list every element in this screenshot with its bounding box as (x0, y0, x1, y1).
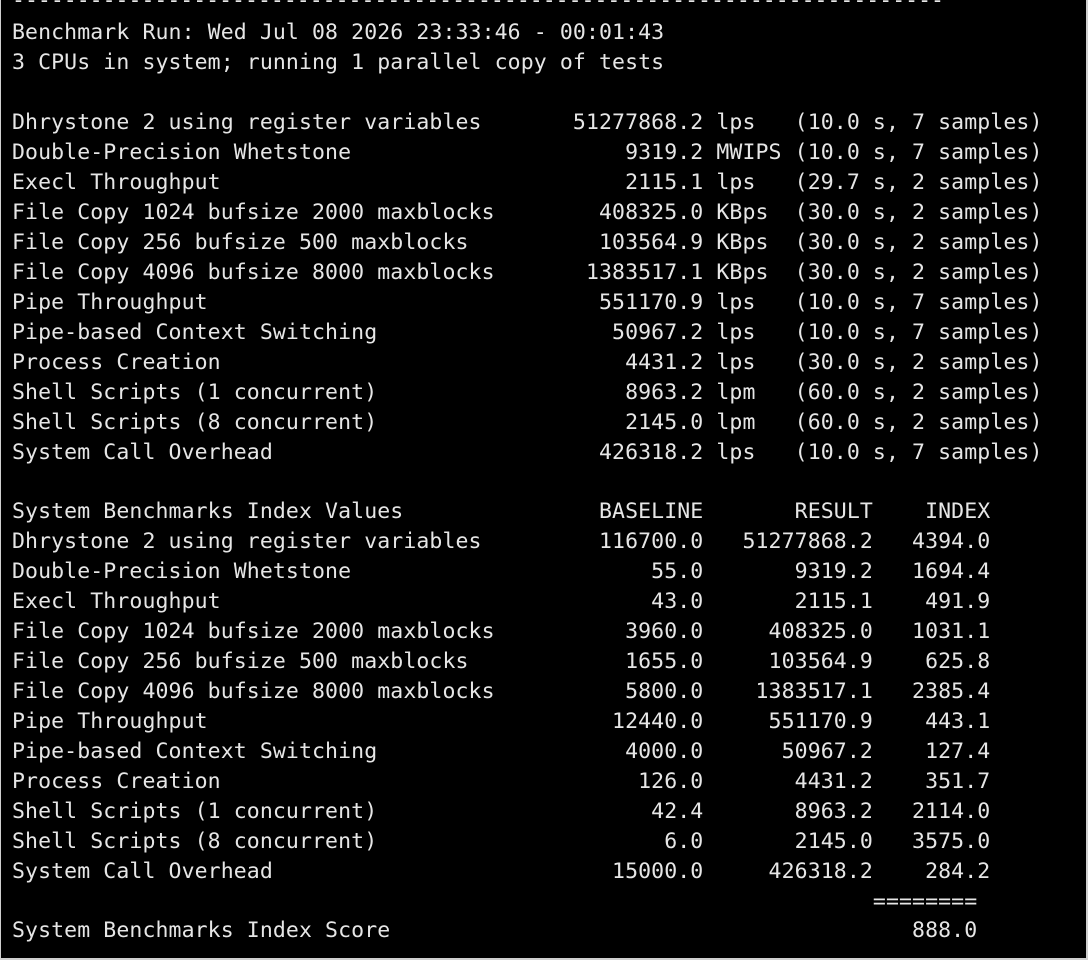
terminal-window[interactable]: ----------------------------------------… (0, 0, 1088, 960)
index-row: File Copy 1024 bufsize 2000 maxblocks 39… (12, 619, 991, 644)
result-row: File Copy 4096 bufsize 8000 maxblocks 13… (12, 260, 1043, 285)
benchmark-run-header: Benchmark Run: Wed Jul 08 2026 23:33:46 … (12, 20, 665, 45)
index-row: Shell Scripts (8 concurrent) 6.0 2145.0 … (12, 829, 991, 854)
score-separator: ======== (12, 889, 978, 914)
cpu-info-line: 3 CPUs in system; running 1 parallel cop… (12, 50, 665, 75)
result-row: Execl Throughput 2115.1 lps (29.7 s, 2 s… (12, 170, 1043, 195)
result-row: Shell Scripts (8 concurrent) 2145.0 lpm … (12, 410, 1043, 435)
result-row: File Copy 256 bufsize 500 maxblocks 1035… (12, 230, 1043, 255)
index-row: System Call Overhead 15000.0 426318.2 28… (12, 859, 991, 884)
index-row: Double-Precision Whetstone 55.0 9319.2 1… (12, 559, 991, 584)
result-row: Double-Precision Whetstone 9319.2 MWIPS … (12, 140, 1043, 165)
index-score-line: System Benchmarks Index Score 888.0 (12, 918, 978, 943)
index-row: Process Creation 126.0 4431.2 351.7 (12, 769, 991, 794)
index-row: Pipe-based Context Switching 4000.0 5096… (12, 739, 991, 764)
result-row: Shell Scripts (1 concurrent) 8963.2 lpm … (12, 380, 1043, 405)
index-row: Shell Scripts (1 concurrent) 42.4 8963.2… (12, 799, 991, 824)
separator-rule: ----------------------------------------… (12, 0, 944, 13)
index-row: Execl Throughput 43.0 2115.1 491.9 (12, 589, 991, 614)
result-row: System Call Overhead 426318.2 lps (10.0 … (12, 440, 1043, 465)
index-row: File Copy 256 bufsize 500 maxblocks 1655… (12, 649, 991, 674)
result-row: Process Creation 4431.2 lps (30.0 s, 2 s… (12, 350, 1043, 375)
result-row: Pipe Throughput 551170.9 lps (10.0 s, 7 … (12, 290, 1043, 315)
index-table-header: System Benchmarks Index Values BASELINE … (12, 499, 991, 524)
index-row: Dhrystone 2 using register variables 116… (12, 529, 991, 554)
index-row: Pipe Throughput 12440.0 551170.9 443.1 (12, 709, 991, 734)
result-row: File Copy 1024 bufsize 2000 maxblocks 40… (12, 200, 1043, 225)
result-row: Pipe-based Context Switching 50967.2 lps… (12, 320, 1043, 345)
index-row: File Copy 4096 bufsize 8000 maxblocks 58… (12, 679, 991, 704)
result-row: Dhrystone 2 using register variables 512… (12, 110, 1043, 135)
